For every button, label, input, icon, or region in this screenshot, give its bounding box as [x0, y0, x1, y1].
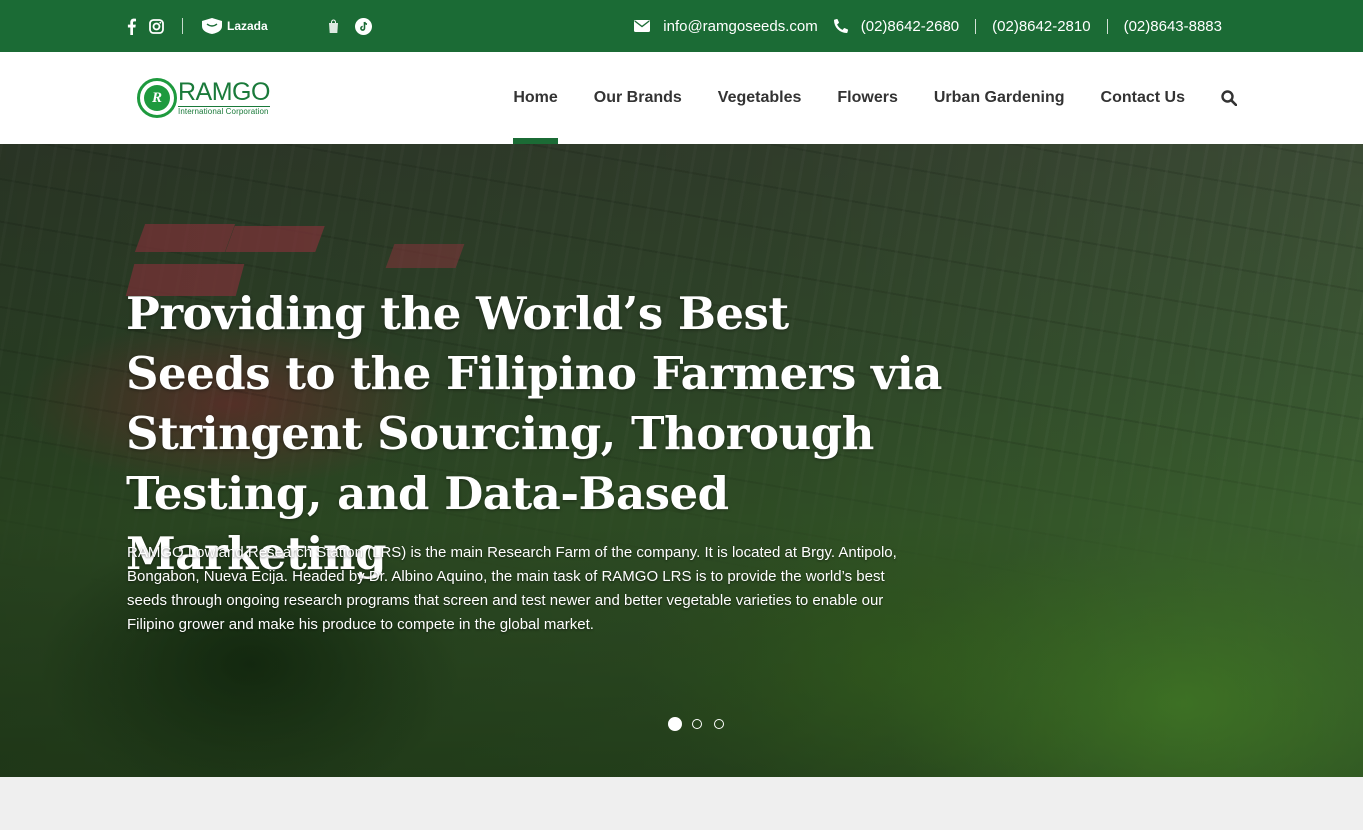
- email-text: info@ramgoseeds.com: [663, 17, 818, 35]
- lazada-label: Lazada: [227, 19, 268, 33]
- shopee-icon[interactable]: [328, 18, 340, 34]
- nav-flowers[interactable]: Flowers: [837, 52, 897, 144]
- phone-link-1[interactable]: (02)8642-2680: [833, 17, 960, 35]
- nav-vegetables[interactable]: Vegetables: [718, 52, 802, 144]
- facebook-icon[interactable]: [126, 17, 136, 35]
- divider: [1106, 18, 1108, 34]
- lazada-icon: [202, 18, 222, 34]
- divider: [182, 18, 183, 34]
- divider: [975, 18, 977, 34]
- main-nav: Home Our Brands Vegetables Flowers Urban…: [477, 52, 1237, 144]
- logo-name: RAMGO: [178, 78, 270, 106]
- phone-text-3: (02)8643-8883: [1123, 17, 1222, 35]
- hero-description: RAMGO Lowland Research Station (LRS) is …: [127, 544, 897, 633]
- site-header: R RAMGO International Corporation Home O…: [0, 52, 1363, 144]
- slider-dot-3[interactable]: [714, 719, 724, 729]
- envelope-icon: [634, 20, 651, 32]
- social-links: Lazada: [126, 0, 373, 52]
- logo-subtitle: International Corporation: [178, 106, 270, 116]
- hero-title: Providing the World’s Best Seeds to the …: [126, 287, 942, 580]
- tiktok-icon[interactable]: [355, 17, 373, 35]
- hero-slider: Providing the World’s Best Seeds to the …: [0, 144, 1363, 777]
- phone-text-2: (02)8642-2810: [992, 17, 1091, 35]
- slider-pagination: [668, 717, 736, 731]
- instagram-icon[interactable]: [148, 18, 164, 34]
- nav-home[interactable]: Home: [513, 52, 559, 144]
- ramgo-logo[interactable]: R RAMGO International Corporation: [137, 77, 282, 119]
- nav-our-brands[interactable]: Our Brands: [594, 52, 682, 144]
- slider-dot-1[interactable]: [668, 717, 682, 731]
- email-link[interactable]: info@ramgoseeds.com: [634, 17, 818, 35]
- phone-text-1: (02)8642-2680: [860, 17, 960, 35]
- contact-info: info@ramgoseeds.com (02)8642-2680 (02)86…: [634, 0, 1222, 52]
- top-bar: Lazada info@ramgoseeds.com (02)8642-2680…: [0, 0, 1363, 52]
- phone-link-2[interactable]: (02)8642-2810: [992, 18, 1090, 35]
- lazada-link[interactable]: Lazada: [201, 17, 268, 35]
- slider-dot-2[interactable]: [692, 719, 702, 729]
- phone-icon: [833, 19, 848, 33]
- search-button[interactable]: [1221, 90, 1237, 106]
- nav-urban-gardening[interactable]: Urban Gardening: [934, 52, 1065, 144]
- next-section: [0, 777, 1363, 830]
- logo-text: RAMGO International Corporation: [178, 80, 270, 116]
- phone-link-3[interactable]: (02)8643-8883: [1124, 18, 1222, 35]
- nav-contact-us[interactable]: Contact Us: [1101, 52, 1185, 144]
- logo-mark: R: [137, 78, 177, 118]
- logo-mark-letter: R: [144, 85, 170, 111]
- search-icon: [1221, 90, 1237, 106]
